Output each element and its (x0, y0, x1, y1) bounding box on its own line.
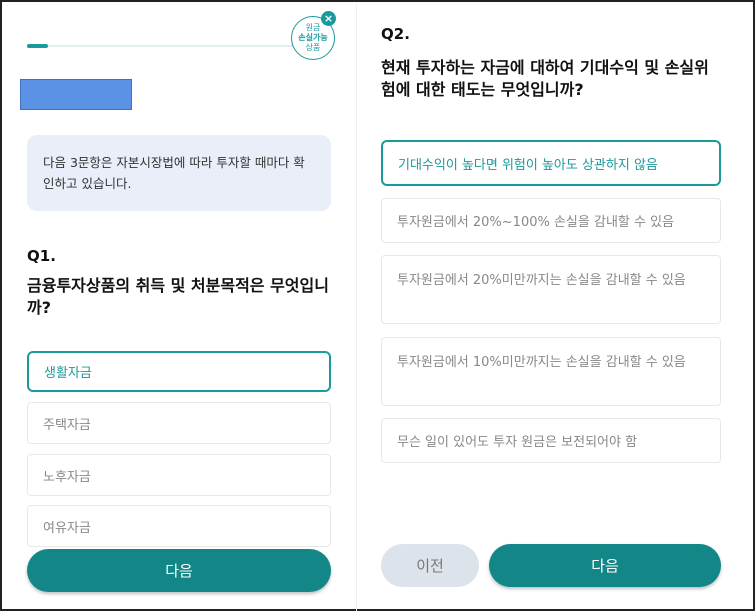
q2-option-5[interactable]: 무슨 일이 있어도 투자 원금은 보전되어야 함 (381, 418, 721, 463)
badge-line-1: 원금 (305, 23, 321, 32)
progress-fill (27, 44, 49, 48)
pane-divider (356, 4, 357, 611)
badge-line-2: 손실가능 (298, 33, 328, 42)
app-frame: 원금 손실가능 상품 × 다음 3문항은 자본시장법에 따라 투자할 때마다 확… (0, 0, 755, 611)
prev-button[interactable]: 이전 (381, 544, 479, 587)
q1-option-4[interactable]: 여유자금 (27, 505, 331, 547)
badge-line-3: 상품 (305, 43, 321, 52)
q1-number: Q1. (27, 247, 56, 265)
q1-option-1[interactable]: 생활자금 (27, 351, 331, 392)
q2-option-2[interactable]: 투자원금에서 20%~100% 손실을 감내할 수 있음 (381, 198, 721, 243)
notice-box: 다음 3문항은 자본시장법에 따라 투자할 때마다 확인하고 있습니다. (27, 135, 331, 211)
q2-question: 현재 투자하는 자금에 대하여 기대수익 및 손실위험에 대한 태도는 무엇입니… (381, 58, 709, 99)
q1-question: 금융투자상품의 취득 및 처분목적은 무엇입니까? (27, 276, 329, 317)
next-button-right[interactable]: 다음 (489, 544, 721, 587)
close-icon[interactable]: × (321, 11, 336, 26)
q2-option-4[interactable]: 투자원금에서 10%미만까지는 손실을 감내할 수 있음 (381, 337, 721, 406)
notice-text: 다음 3문항은 자본시장법에 따라 투자할 때마다 확인하고 있습니다. (43, 155, 305, 191)
next-button-left[interactable]: 다음 (27, 549, 331, 592)
q1-option-2[interactable]: 주택자금 (27, 402, 331, 444)
q2-option-1[interactable]: 기대수익이 높다면 위험이 높아도 상관하지 않음 (381, 140, 721, 186)
q1-option-3[interactable]: 노후자금 (27, 454, 331, 496)
q2-option-3[interactable]: 투자원금에서 20%미만까지는 손실을 감내할 수 있음 (381, 255, 721, 324)
progress-bar (27, 44, 295, 48)
redacted-block (20, 79, 132, 110)
q2-number: Q2. (381, 25, 410, 43)
